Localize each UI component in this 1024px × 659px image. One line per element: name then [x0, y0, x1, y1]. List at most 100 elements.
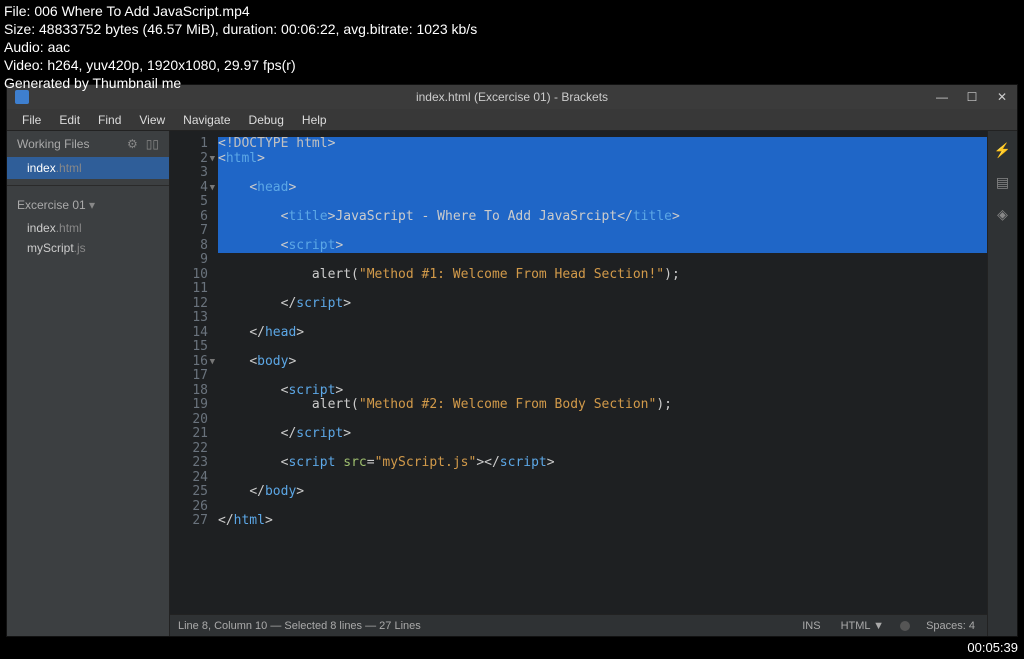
code-line[interactable]: <!DOCTYPE html>: [218, 137, 987, 152]
line-number[interactable]: 8: [170, 239, 208, 254]
code-line[interactable]: alert("Method #1: Welcome From Head Sect…: [218, 268, 987, 283]
live-preview-icon[interactable]: ⚡: [994, 141, 1012, 159]
extensions-icon[interactable]: ▤: [994, 173, 1012, 191]
project-file[interactable]: index.html: [7, 218, 169, 238]
code-line[interactable]: [218, 413, 987, 428]
gear-icon[interactable]: ⚙: [127, 137, 138, 151]
code-line[interactable]: <body>: [218, 355, 987, 370]
line-number[interactable]: 19: [170, 398, 208, 413]
maximize-button[interactable]: ☐: [957, 85, 987, 109]
code-line[interactable]: <script src="myScript.js"></script>: [218, 456, 987, 471]
code-line[interactable]: </head>: [218, 326, 987, 341]
menu-edit[interactable]: Edit: [50, 111, 89, 129]
line-number[interactable]: 2▼: [170, 152, 208, 167]
code-line[interactable]: [218, 369, 987, 384]
code-line[interactable]: </body>: [218, 485, 987, 500]
line-number[interactable]: 12: [170, 297, 208, 312]
line-number[interactable]: 17: [170, 369, 208, 384]
line-number[interactable]: 6: [170, 210, 208, 225]
line-number[interactable]: 5: [170, 195, 208, 210]
line-number[interactable]: 1: [170, 137, 208, 152]
video-size-line: Size: 48833752 bytes (46.57 MiB), durati…: [4, 20, 477, 38]
video-video-line: Video: h264, yuv420p, 1920x1080, 29.97 f…: [4, 56, 477, 74]
code-line[interactable]: [218, 311, 987, 326]
working-files-header[interactable]: Working Files ⚙ ▯▯: [7, 131, 169, 157]
status-cursor[interactable]: Line 8, Column 10 — Selected 8 lines — 2…: [178, 620, 798, 632]
app-icon: [15, 90, 29, 104]
status-bar: Line 8, Column 10 — Selected 8 lines — 2…: [170, 614, 987, 636]
line-number[interactable]: 9: [170, 253, 208, 268]
project-label: Excercise 01: [17, 198, 89, 212]
line-number[interactable]: 23: [170, 456, 208, 471]
status-spaces[interactable]: Spaces: 4: [922, 620, 979, 632]
code-line[interactable]: </script>: [218, 297, 987, 312]
status-ins[interactable]: INS: [798, 620, 824, 632]
line-number[interactable]: 25: [170, 485, 208, 500]
code-line[interactable]: <script>: [218, 239, 987, 254]
line-number[interactable]: 18: [170, 384, 208, 399]
line-number[interactable]: 10: [170, 268, 208, 283]
sidebar-divider: [7, 185, 169, 186]
right-panel: ⚡ ▤ ◈: [987, 131, 1017, 636]
line-number[interactable]: 15: [170, 340, 208, 355]
menu-help[interactable]: Help: [293, 111, 336, 129]
code-line[interactable]: alert("Method #2: Welcome From Body Sect…: [218, 398, 987, 413]
code-line[interactable]: [218, 282, 987, 297]
code-line[interactable]: </script>: [218, 427, 987, 442]
line-number[interactable]: 14: [170, 326, 208, 341]
line-number[interactable]: 27: [170, 514, 208, 529]
video-file-line: File: 006 Where To Add JavaScript.mp4: [4, 2, 477, 20]
thumbnail-timestamp: 00:05:39: [967, 640, 1018, 655]
settings-icon[interactable]: ◈: [994, 205, 1012, 223]
code-line[interactable]: <script>: [218, 384, 987, 399]
code-line[interactable]: [218, 500, 987, 515]
code-line[interactable]: [218, 253, 987, 268]
chevron-down-icon: ▾: [89, 198, 95, 212]
line-number[interactable]: 20: [170, 413, 208, 428]
close-button[interactable]: ✕: [987, 85, 1017, 109]
code-line[interactable]: [218, 195, 987, 210]
menu-view[interactable]: View: [130, 111, 174, 129]
menu-find[interactable]: Find: [89, 111, 130, 129]
code-line[interactable]: [218, 224, 987, 239]
line-number[interactable]: 3: [170, 166, 208, 181]
main-area: Working Files ⚙ ▯▯ index.html Excercise …: [7, 131, 1017, 636]
code-editor[interactable]: 12▼34▼5678910111213141516▼17181920212223…: [170, 131, 987, 614]
code-line[interactable]: <head>: [218, 181, 987, 196]
code-line[interactable]: [218, 471, 987, 486]
brackets-window: index.html (Excercise 01) - Brackets — ☐…: [6, 84, 1018, 637]
minimize-button[interactable]: —: [927, 85, 957, 109]
editor-wrap: 12▼34▼5678910111213141516▼17181920212223…: [170, 131, 987, 636]
split-icon[interactable]: ▯▯: [146, 137, 159, 151]
line-number[interactable]: 24: [170, 471, 208, 486]
code-line[interactable]: </html>: [218, 514, 987, 529]
line-number[interactable]: 26: [170, 500, 208, 515]
sidebar: Working Files ⚙ ▯▯ index.html Excercise …: [7, 131, 170, 636]
line-number[interactable]: 4▼: [170, 181, 208, 196]
menu-debug[interactable]: Debug: [240, 111, 293, 129]
menu-file[interactable]: File: [13, 111, 50, 129]
code-area[interactable]: <!DOCTYPE html><html> <head> <title>Java…: [214, 131, 987, 614]
working-file[interactable]: index.html: [7, 157, 169, 179]
status-dot-icon[interactable]: [900, 621, 910, 631]
code-line[interactable]: [218, 442, 987, 457]
code-line[interactable]: [218, 166, 987, 181]
code-line[interactable]: <title>JavaScript - Where To Add JavaSrc…: [218, 210, 987, 225]
window-controls: — ☐ ✕: [927, 85, 1017, 109]
project-header[interactable]: Excercise 01 ▾: [7, 192, 169, 218]
code-line[interactable]: <html>: [218, 152, 987, 167]
line-number[interactable]: 11: [170, 282, 208, 297]
line-gutter: 12▼34▼5678910111213141516▼17181920212223…: [170, 131, 214, 614]
line-number[interactable]: 7: [170, 224, 208, 239]
line-number[interactable]: 21: [170, 427, 208, 442]
line-number[interactable]: 22: [170, 442, 208, 457]
code-line[interactable]: [218, 340, 987, 355]
line-number[interactable]: 16▼: [170, 355, 208, 370]
working-files-label: Working Files: [17, 137, 89, 151]
status-language[interactable]: HTML ▼: [837, 620, 888, 632]
project-file[interactable]: myScript.js: [7, 238, 169, 258]
line-number[interactable]: 13: [170, 311, 208, 326]
menu-bar: FileEditFindViewNavigateDebugHelp: [7, 109, 1017, 131]
window-title: index.html (Excercise 01) - Brackets: [7, 90, 1017, 104]
menu-navigate[interactable]: Navigate: [174, 111, 239, 129]
